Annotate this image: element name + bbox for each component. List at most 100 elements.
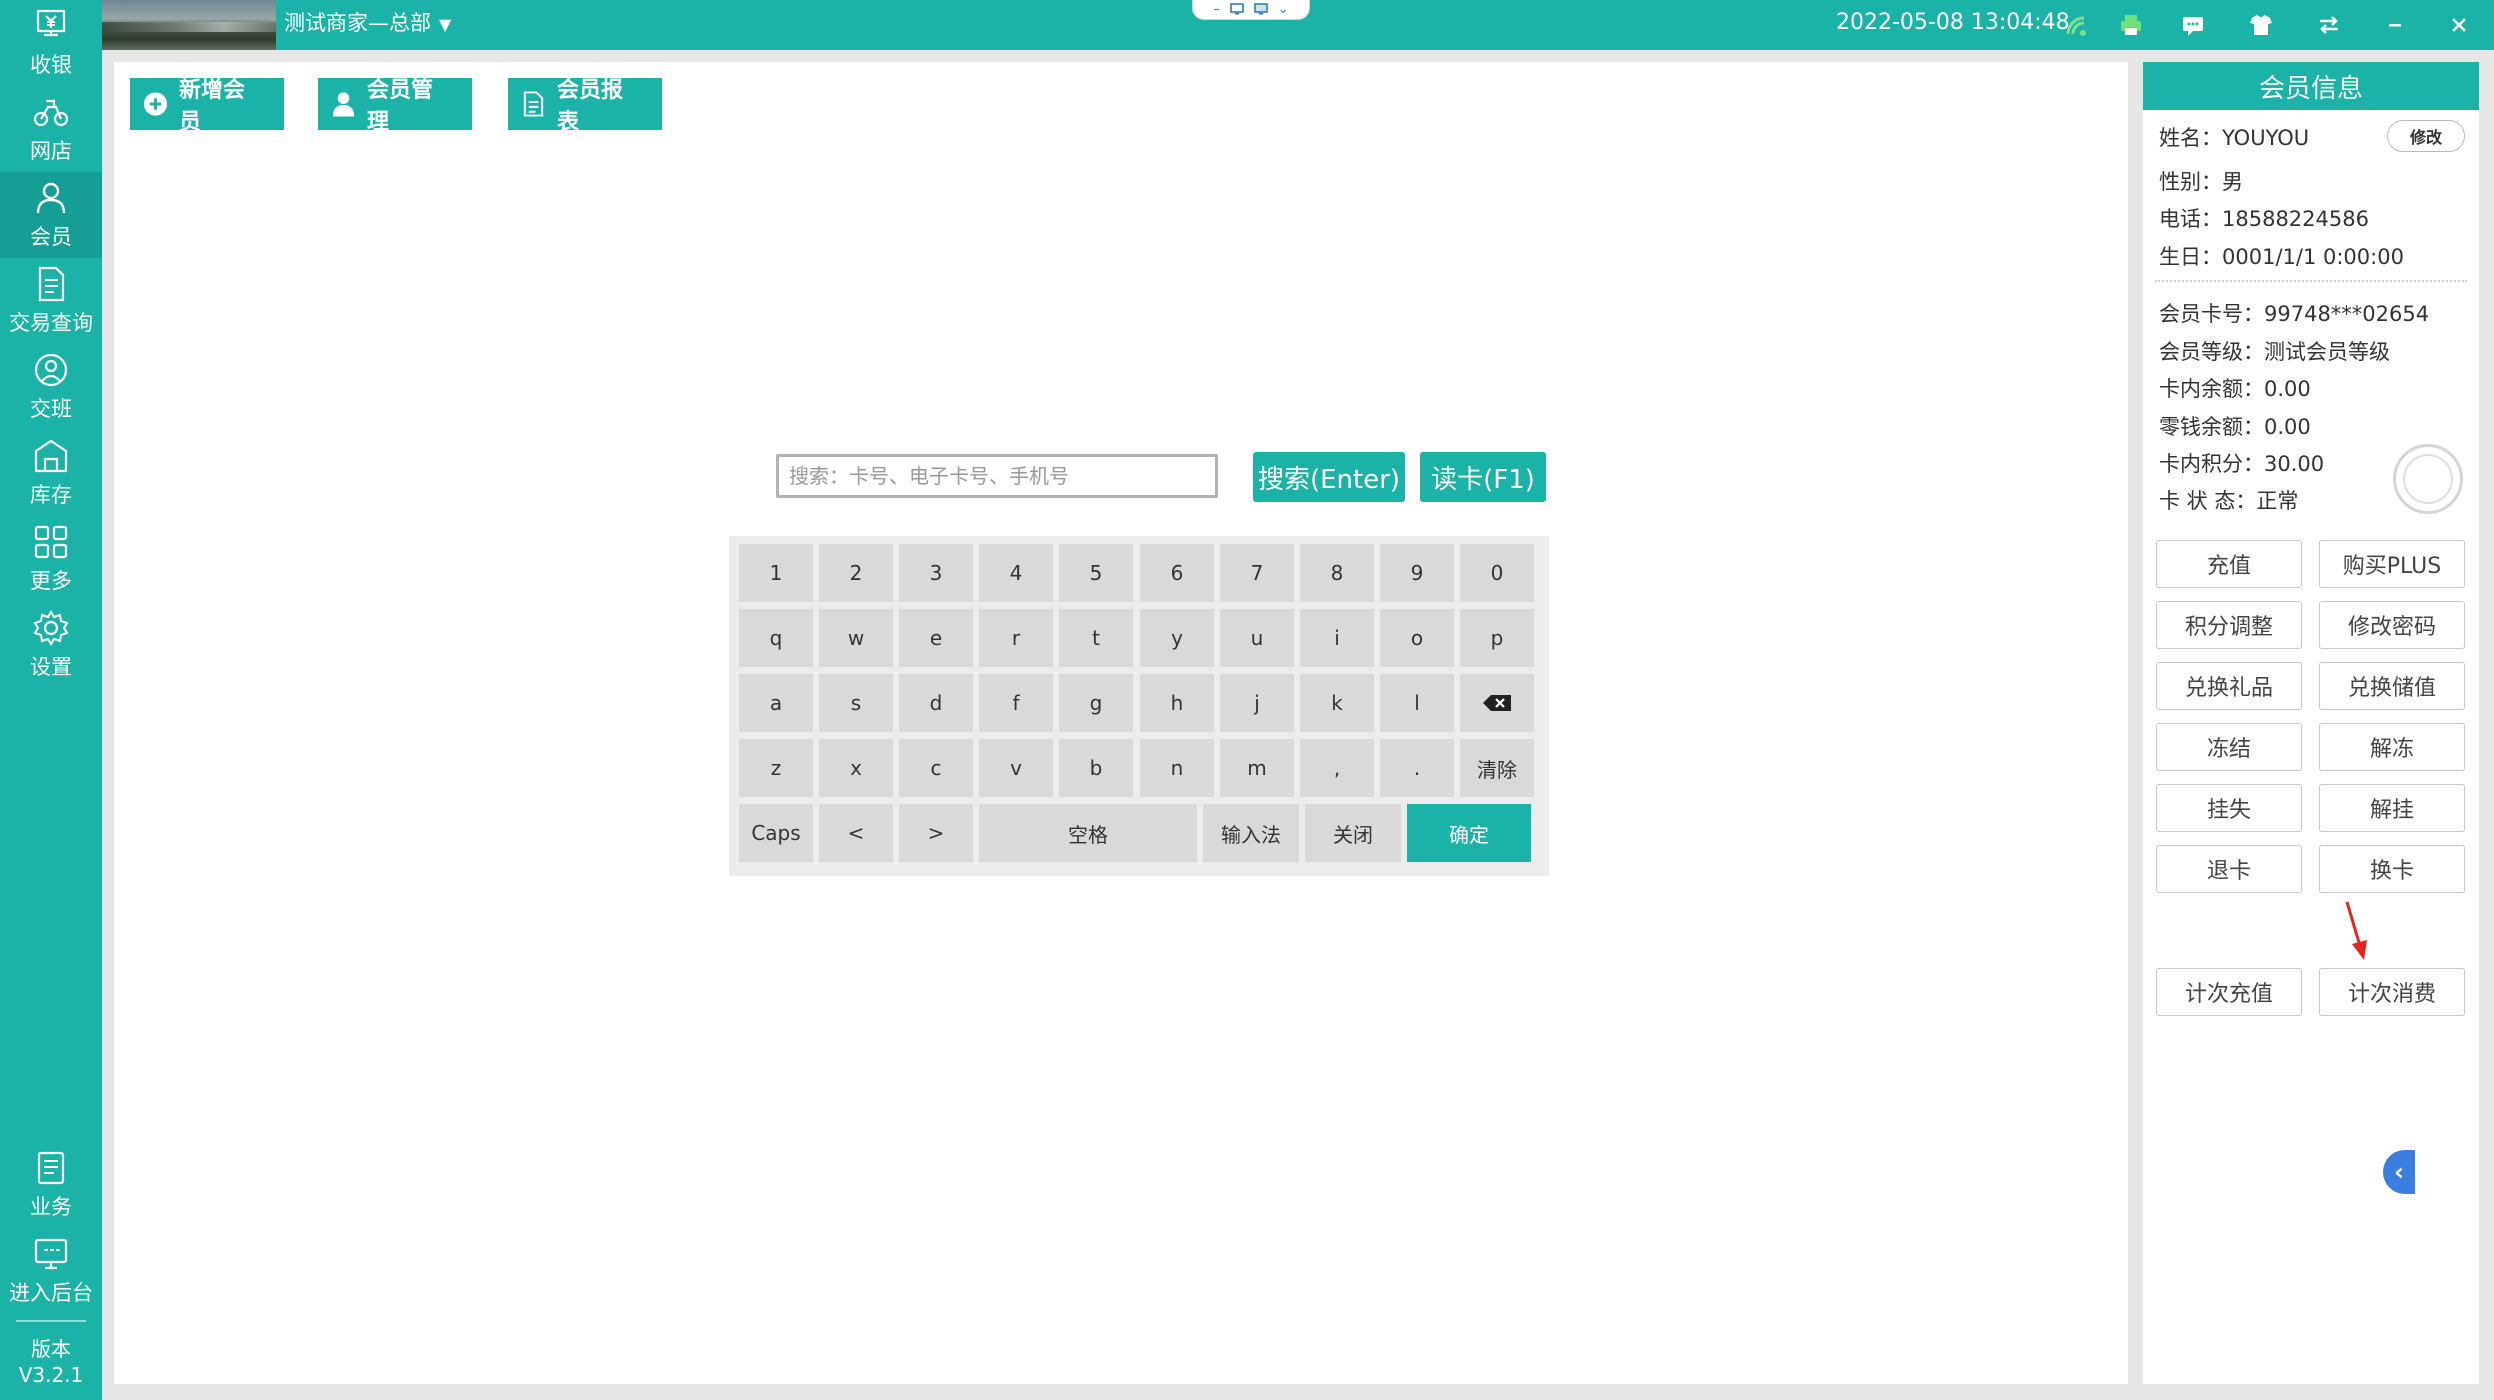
nav-backend[interactable]: 进入后台 xyxy=(0,1228,102,1314)
key[interactable]: 1 xyxy=(739,544,813,602)
key[interactable]: e xyxy=(899,609,973,667)
redeem-value-button[interactable]: 兑换储值 xyxy=(2319,662,2465,710)
shirt-icon[interactable] xyxy=(2244,8,2278,42)
key[interactable]: 2 xyxy=(819,544,893,602)
report-loss-button[interactable]: 挂失 xyxy=(2156,784,2302,832)
swap-icon[interactable] xyxy=(2312,8,2346,42)
key[interactable]: c xyxy=(899,739,973,797)
plus-circle-icon xyxy=(143,92,168,116)
points-adjust-button[interactable]: 积分调整 xyxy=(2156,601,2302,649)
key[interactable]: 4 xyxy=(979,544,1053,602)
key[interactable]: 8 xyxy=(1300,544,1374,602)
key[interactable]: z xyxy=(739,739,813,797)
chevron-down-icon[interactable]: ⌄ xyxy=(1278,2,1289,17)
key[interactable]: , xyxy=(1300,739,1374,797)
key[interactable]: 7 xyxy=(1220,544,1294,602)
nav-transactions[interactable]: 交易查询 xyxy=(0,258,102,344)
key[interactable]: 6 xyxy=(1140,544,1214,602)
replace-card-button[interactable]: 换卡 xyxy=(2319,845,2465,893)
close-keyboard-key[interactable]: 关闭 xyxy=(1305,804,1401,862)
monitor-icon[interactable] xyxy=(1253,3,1268,15)
clear-key[interactable]: 清除 xyxy=(1460,739,1534,797)
unfreeze-button[interactable]: 解冻 xyxy=(2319,723,2465,771)
key[interactable]: s xyxy=(819,674,893,732)
key[interactable]: r xyxy=(979,609,1053,667)
key[interactable]: x xyxy=(819,739,893,797)
key[interactable]: m xyxy=(1220,739,1294,797)
floating-toolbar-tab[interactable]: – ⌄ xyxy=(1192,0,1310,20)
nav-cashier[interactable]: 收银 xyxy=(0,0,102,86)
read-card-button[interactable]: 读卡(F1) xyxy=(1420,452,1546,502)
key[interactable]: i xyxy=(1300,609,1374,667)
member-report-button[interactable]: 会员报表 xyxy=(508,78,662,135)
store-name: 测试商家—总部 xyxy=(284,11,431,35)
ime-key[interactable]: 输入法 xyxy=(1203,804,1299,862)
space-key[interactable]: 空格 xyxy=(979,804,1197,862)
nav-shift[interactable]: 交班 xyxy=(0,344,102,430)
key[interactable]: a xyxy=(739,674,813,732)
key[interactable]: l xyxy=(1380,674,1454,732)
screen-icon[interactable] xyxy=(1229,3,1244,15)
backspace-icon xyxy=(1483,695,1511,711)
key[interactable]: o xyxy=(1380,609,1454,667)
change-password-button[interactable]: 修改密码 xyxy=(2319,601,2465,649)
key[interactable]: . xyxy=(1380,739,1454,797)
key[interactable]: > xyxy=(899,804,973,862)
nav-more[interactable]: 更多 xyxy=(0,516,102,602)
grid-icon xyxy=(34,525,68,559)
key[interactable]: k xyxy=(1300,674,1374,732)
collapse-panel-button[interactable]: ‹ xyxy=(2383,1150,2415,1194)
key[interactable]: 9 xyxy=(1380,544,1454,602)
nav-online-store[interactable]: 网店 xyxy=(0,86,102,172)
key[interactable]: 5 xyxy=(1059,544,1133,602)
store-selector[interactable]: 测试商家—总部 ▼ xyxy=(284,9,451,39)
key[interactable]: j xyxy=(1220,674,1294,732)
version-value: V3.2.1 xyxy=(18,1363,84,1387)
key[interactable]: p xyxy=(1460,609,1534,667)
minus-icon[interactable]: – xyxy=(1213,2,1220,17)
cancel-loss-button[interactable]: 解挂 xyxy=(2319,784,2465,832)
count-recharge-button[interactable]: 计次充值 xyxy=(2156,968,2302,1016)
member-manage-button[interactable]: 会员管理 xyxy=(318,78,472,135)
key[interactable]: w xyxy=(819,609,893,667)
key[interactable]: u xyxy=(1220,609,1294,667)
minimize-icon[interactable] xyxy=(2378,8,2412,42)
key[interactable]: 3 xyxy=(899,544,973,602)
caps-key[interactable]: Caps xyxy=(739,804,813,862)
nav-member[interactable]: 会员 xyxy=(0,172,102,258)
key[interactable]: n xyxy=(1140,739,1214,797)
nav-label: 网店 xyxy=(30,139,72,163)
search-input[interactable] xyxy=(776,454,1218,498)
key[interactable]: q xyxy=(739,609,813,667)
nav-label: 收银 xyxy=(30,53,72,77)
key[interactable]: g xyxy=(1059,674,1133,732)
confirm-key[interactable]: 确定 xyxy=(1407,804,1531,862)
key[interactable]: d xyxy=(899,674,973,732)
printer-icon[interactable] xyxy=(2114,8,2148,42)
key[interactable]: f xyxy=(979,674,1053,732)
add-member-button[interactable]: 新增会员 xyxy=(130,78,284,135)
count-consume-button[interactable]: 计次消费 xyxy=(2319,968,2465,1016)
nav-inventory[interactable]: 库存 xyxy=(0,430,102,516)
refund-card-button[interactable]: 退卡 xyxy=(2156,845,2302,893)
person-icon xyxy=(36,182,66,214)
member-info-panel: 会员信息 姓名：YOUYOU 修改 性别：男 电话：18588224586 生日… xyxy=(2143,62,2479,1384)
edit-member-button[interactable]: 修改 xyxy=(2387,120,2465,152)
key[interactable]: 0 xyxy=(1460,544,1534,602)
key[interactable]: t xyxy=(1059,609,1133,667)
key[interactable]: v xyxy=(979,739,1053,797)
recharge-button[interactable]: 充值 xyxy=(2156,540,2302,588)
key[interactable]: < xyxy=(819,804,893,862)
nav-business[interactable]: 业务 xyxy=(0,1142,102,1228)
key[interactable]: y xyxy=(1140,609,1214,667)
freeze-button[interactable]: 冻结 xyxy=(2156,723,2302,771)
nav-settings[interactable]: 设置 xyxy=(0,602,102,688)
backspace-key[interactable] xyxy=(1460,674,1534,732)
search-button[interactable]: 搜索(Enter) xyxy=(1253,452,1405,502)
buy-plus-button[interactable]: 购买PLUS xyxy=(2319,540,2465,588)
message-icon[interactable] xyxy=(2176,8,2210,42)
close-icon[interactable] xyxy=(2442,8,2476,42)
key[interactable]: b xyxy=(1059,739,1133,797)
redeem-gift-button[interactable]: 兑换礼品 xyxy=(2156,662,2302,710)
key[interactable]: h xyxy=(1140,674,1214,732)
